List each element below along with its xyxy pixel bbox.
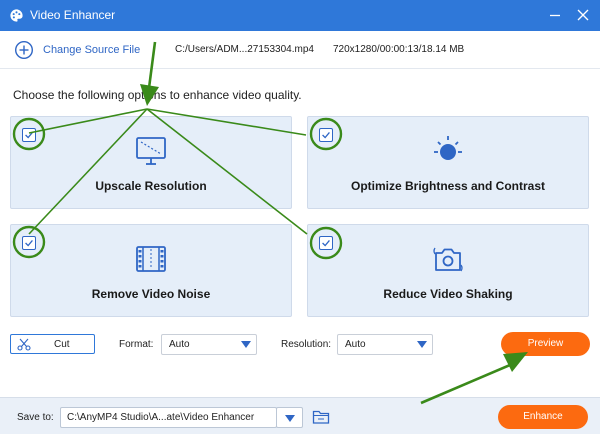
save-path-dropdown[interactable] (276, 407, 303, 428)
scissors-icon (17, 338, 31, 351)
format-value: Auto (169, 339, 190, 350)
checkbox-upscale[interactable] (22, 128, 36, 142)
preview-button[interactable]: Preview (501, 332, 590, 356)
close-icon[interactable] (575, 7, 591, 23)
option-label: Remove Video Noise (91, 287, 211, 301)
format-label: Format: (119, 339, 154, 350)
camera-stabilize-icon (433, 247, 463, 272)
file-info: 720x1280/00:00:13/18.14 MB (333, 44, 465, 55)
option-label: Upscale Resolution (95, 179, 207, 193)
brightness-icon (434, 136, 462, 160)
chevron-down-icon (417, 341, 427, 348)
save-to-label: Save to: (17, 412, 54, 423)
option-upscale-resolution[interactable]: Upscale Resolution (10, 116, 292, 209)
change-source-button[interactable]: Change Source File (43, 44, 140, 56)
cut-button[interactable]: Cut (10, 334, 95, 354)
resolution-label: Resolution: (281, 339, 332, 350)
checkbox-noise[interactable] (22, 236, 36, 250)
save-path-field[interactable]: C:\AnyMP4 Studio\A...ate\Video Enhancer (60, 407, 277, 428)
file-path: C:/Users/ADM...27153304.mp4 (175, 44, 314, 55)
add-circle-icon[interactable] (14, 40, 34, 60)
chevron-down-icon (285, 415, 295, 422)
cut-label: Cut (54, 339, 70, 350)
resolution-select[interactable]: Auto (337, 334, 433, 355)
save-path-value: C:\AnyMP4 Studio\A...ate\Video Enhancer (67, 412, 255, 423)
checkbox-brightness[interactable] (319, 128, 333, 142)
option-remove-noise[interactable]: Remove Video Noise (10, 224, 292, 317)
format-select[interactable]: Auto (161, 334, 257, 355)
option-label: Reduce Video Shaking (383, 287, 513, 301)
checkbox-shaking[interactable] (319, 236, 333, 250)
title-bar: Video Enhancer (0, 0, 600, 31)
instruction-text: Choose the following options to enhance … (13, 88, 302, 102)
chevron-down-icon (241, 341, 251, 348)
option-label: Optimize Brightness and Contrast (350, 179, 546, 193)
palette-icon (10, 9, 23, 22)
option-optimize-brightness[interactable]: Optimize Brightness and Contrast (307, 116, 589, 209)
resolution-value: Auto (345, 339, 366, 350)
film-noise-icon (136, 246, 166, 272)
option-reduce-shaking[interactable]: Reduce Video Shaking (307, 224, 589, 317)
minimize-icon[interactable] (547, 7, 563, 23)
window-title: Video Enhancer (30, 8, 116, 22)
folder-icon[interactable] (312, 409, 330, 425)
enhance-button[interactable]: Enhance (498, 405, 588, 429)
monitor-upscale-icon (136, 137, 166, 165)
source-toolbar: Change Source File C:/Users/ADM...271533… (0, 31, 600, 69)
